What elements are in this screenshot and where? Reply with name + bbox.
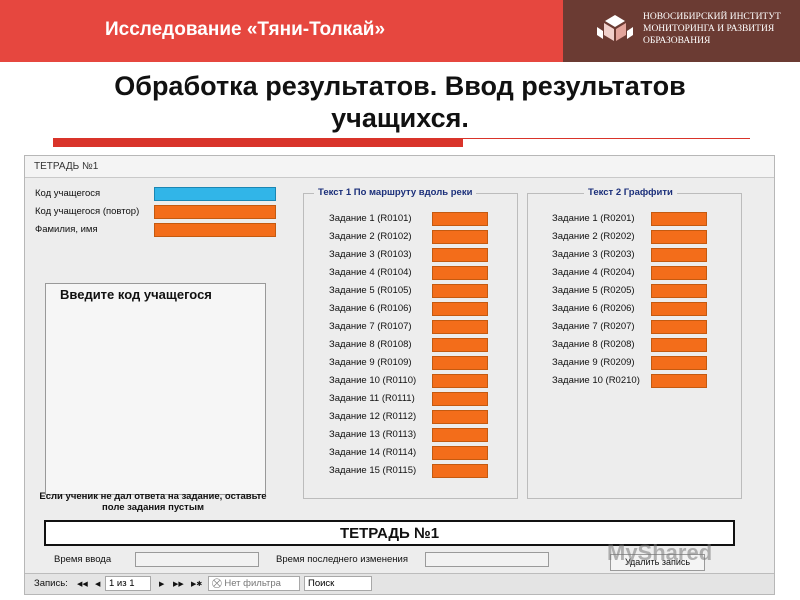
code-prompt-box: Введите код учащегося bbox=[45, 283, 266, 495]
text2-task-label: Задание 3 (R0203) bbox=[552, 249, 635, 260]
last-change-field[interactable] bbox=[425, 552, 549, 567]
text1-task-label: Задание 12 (R0112) bbox=[329, 411, 417, 422]
search-input[interactable]: Поиск bbox=[304, 576, 372, 591]
student-code-label: Код учащегося bbox=[35, 188, 101, 199]
record-position-field[interactable]: 1 из 1 bbox=[105, 576, 151, 591]
slide-title-line-2: учащихся. bbox=[331, 103, 469, 133]
logo-line-1: Новосибирский институт bbox=[643, 12, 781, 22]
text1-task-label: Задание 10 (R0110) bbox=[329, 375, 417, 386]
text1-task-input[interactable] bbox=[432, 446, 488, 460]
banner-title-area: Исследование «Тяни-Толкай» bbox=[0, 0, 563, 62]
filter-icon: ⛒ bbox=[212, 578, 225, 589]
text1-task-input[interactable] bbox=[432, 338, 488, 352]
text1-task-input[interactable] bbox=[432, 410, 488, 424]
text2-task-input[interactable] bbox=[651, 230, 707, 244]
text1-task-input[interactable] bbox=[432, 356, 488, 370]
text1-title: Текст 1 По маршруту вдоль реки bbox=[314, 187, 477, 198]
title-underline bbox=[53, 138, 463, 147]
title-underline-thin bbox=[463, 138, 750, 139]
filter-label: Нет фильтра bbox=[224, 578, 281, 589]
text2-task-label: Задание 9 (R0209) bbox=[552, 357, 635, 368]
logo-line-2: мониторинга и развития bbox=[643, 24, 775, 34]
text1-task-label: Задание 3 (R0103) bbox=[329, 249, 412, 260]
student-code-repeat-label: Код учащегося (повтор) bbox=[35, 206, 140, 217]
slide-title-line-1: Обработка результатов. Ввод результатов bbox=[114, 71, 686, 101]
text1-task-label: Задание 13 (R0113) bbox=[329, 429, 417, 440]
text2-task-input[interactable] bbox=[651, 302, 707, 316]
text1-task-label: Задание 2 (R0102) bbox=[329, 231, 412, 242]
logo-text: Новосибирский институт мониторинга и раз… bbox=[643, 11, 781, 47]
institute-logo-icon bbox=[597, 15, 633, 41]
prev-record-icon[interactable]: ◀ bbox=[95, 580, 100, 588]
text2-task-input[interactable] bbox=[651, 374, 707, 388]
text1-task-label: Задание 8 (R0108) bbox=[329, 339, 412, 350]
filter-indicator[interactable]: ⛒ Нет фильтра bbox=[208, 576, 300, 591]
text1-task-label: Задание 5 (R0105) bbox=[329, 285, 412, 296]
text2-task-input[interactable] bbox=[651, 338, 707, 352]
code-prompt-text: Введите код учащегося bbox=[60, 287, 212, 302]
student-code-input[interactable] bbox=[154, 187, 276, 201]
slide-title: Обработка результатов. Ввод результатов … bbox=[0, 70, 800, 134]
records-label: Запись: bbox=[34, 578, 68, 589]
text2-task-input[interactable] bbox=[651, 266, 707, 280]
entry-time-field[interactable] bbox=[135, 552, 259, 567]
text2-task-label: Задание 7 (R0207) bbox=[552, 321, 635, 332]
text1-task-label: Задание 11 (R0111) bbox=[329, 393, 415, 404]
text1-task-input[interactable] bbox=[432, 428, 488, 442]
last-record-icon[interactable]: ▶▶ bbox=[173, 580, 184, 588]
text1-task-label: Задание 7 (R0107) bbox=[329, 321, 412, 332]
text1-task-input[interactable] bbox=[432, 266, 488, 280]
text1-task-label: Задание 15 (R0115) bbox=[329, 465, 417, 476]
text2-task-input[interactable] bbox=[651, 248, 707, 262]
full-name-label: Фамилия, имя bbox=[35, 224, 98, 235]
watermark: MyShared bbox=[607, 540, 713, 565]
logo-line-3: образования bbox=[643, 36, 711, 46]
text1-task-label: Задание 6 (R0106) bbox=[329, 303, 412, 314]
text2-task-label: Задание 4 (R0204) bbox=[552, 267, 635, 278]
text2-task-label: Задание 1 (R0201) bbox=[552, 213, 635, 224]
slide-banner: Исследование «Тяни-Толкай» Новосибирский… bbox=[0, 0, 800, 62]
full-name-input[interactable] bbox=[154, 223, 276, 237]
text2-task-label: Задание 8 (R0208) bbox=[552, 339, 635, 350]
text2-task-label: Задание 6 (R0206) bbox=[552, 303, 635, 314]
text1-task-input[interactable] bbox=[432, 320, 488, 334]
text1-task-label: Задание 1 (R0101) bbox=[329, 213, 412, 224]
text2-title: Текст 2 Граффити bbox=[584, 187, 677, 198]
text1-task-input[interactable] bbox=[432, 284, 488, 298]
text2-task-input[interactable] bbox=[651, 356, 707, 370]
text1-task-input[interactable] bbox=[432, 374, 488, 388]
text2-group: Текст 2 Граффити Задание 1 (R0201) Задани… bbox=[527, 187, 742, 499]
student-code-repeat-input[interactable] bbox=[154, 205, 276, 219]
text2-task-label: Задание 10 (R0210) bbox=[552, 375, 640, 386]
text2-task-input[interactable] bbox=[651, 284, 707, 298]
text1-task-input[interactable] bbox=[432, 212, 488, 226]
text1-task-input[interactable] bbox=[432, 248, 488, 262]
text2-task-input[interactable] bbox=[651, 320, 707, 334]
text1-task-input[interactable] bbox=[432, 230, 488, 244]
text2-task-label: Задание 5 (R0205) bbox=[552, 285, 635, 296]
text2-task-input[interactable] bbox=[651, 212, 707, 226]
empty-answer-note: Если ученик не дал ответа на задание, ос… bbox=[39, 491, 267, 513]
banner-title: Исследование «Тяни-Толкай» bbox=[105, 19, 386, 40]
form-header-title: ТЕТРАДЬ №1 bbox=[34, 161, 99, 172]
text1-group: Текст 1 По маршруту вдоль реки Задание 1… bbox=[303, 187, 518, 499]
text1-task-input[interactable] bbox=[432, 302, 488, 316]
text1-task-label: Задание 4 (R0104) bbox=[329, 267, 412, 278]
form-header: ТЕТРАДЬ №1 bbox=[25, 156, 774, 178]
first-record-icon[interactable]: ◀◀ bbox=[77, 580, 88, 588]
new-record-icon[interactable]: ▶✱ bbox=[191, 580, 202, 588]
text1-task-input[interactable] bbox=[432, 464, 488, 478]
text1-task-label: Задание 9 (R0109) bbox=[329, 357, 412, 368]
institute-logo: Новосибирский институт мониторинга и раз… bbox=[563, 0, 800, 62]
data-entry-form: ТЕТРАДЬ №1 Код учащегося Код учащегося (… bbox=[24, 155, 775, 595]
next-record-icon[interactable]: ▶ bbox=[159, 580, 164, 588]
text1-task-input[interactable] bbox=[432, 392, 488, 406]
text1-task-label: Задание 14 (R0114) bbox=[329, 447, 417, 458]
record-navigation-bar: Запись: ◀◀ ◀ 1 из 1 ▶ ▶▶ ▶✱ ⛒ Нет фильтр… bbox=[25, 573, 774, 594]
text2-task-label: Задание 2 (R0202) bbox=[552, 231, 635, 242]
entry-time-label: Время ввода bbox=[54, 554, 112, 565]
last-change-label: Время последнего изменения bbox=[276, 554, 408, 565]
